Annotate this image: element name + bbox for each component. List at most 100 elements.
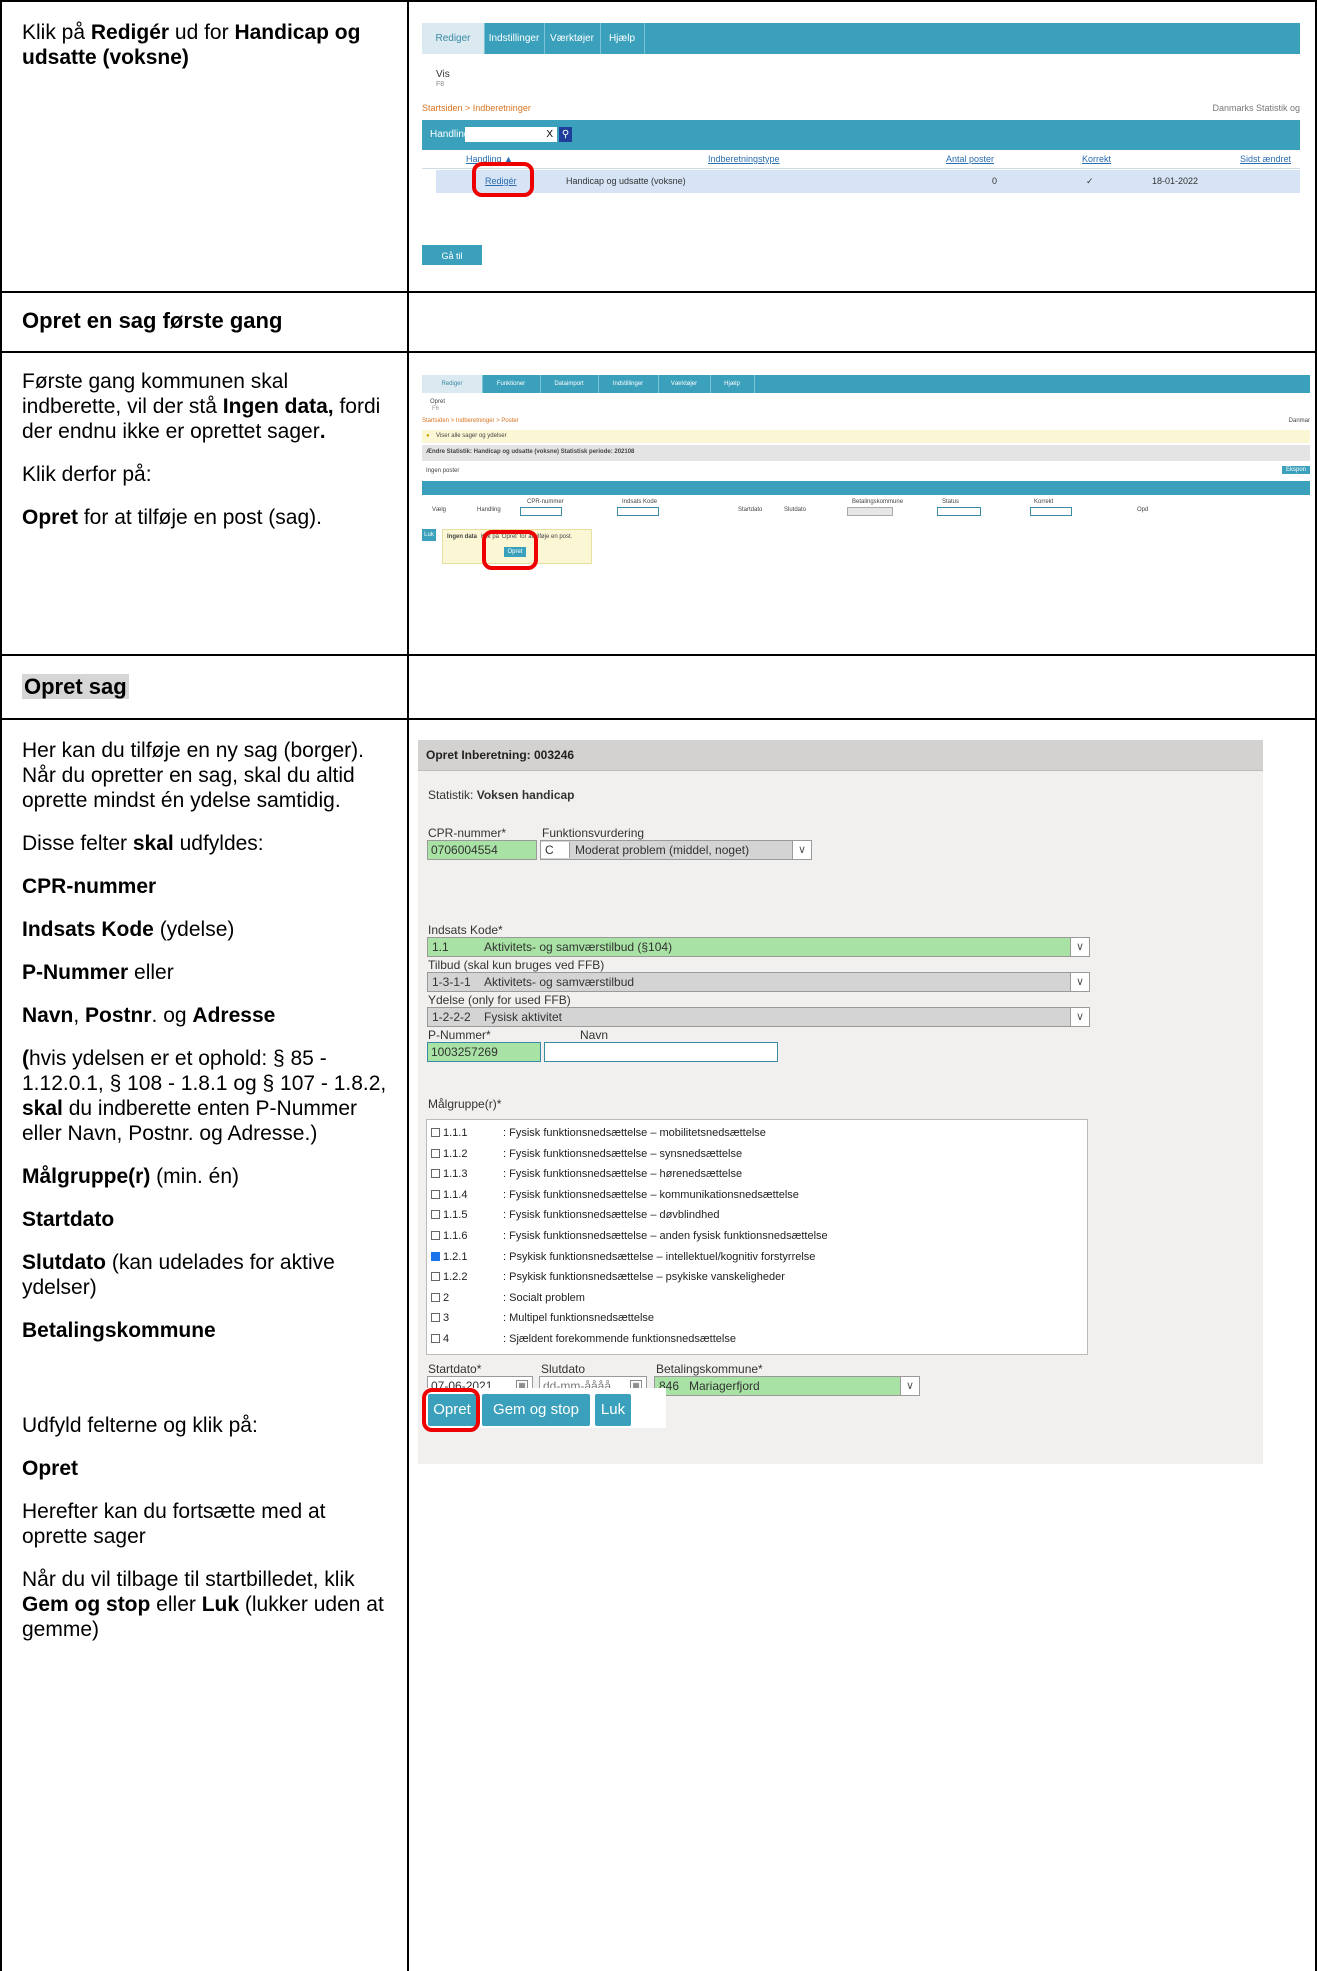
funktionsvurdering-select[interactable]: C Moderat problem (middel, noget) ∨	[540, 840, 812, 860]
screenshot-ingen-data: Rediger Funktioner Dataimport Indstillin…	[422, 375, 1310, 617]
indsats-kode-select[interactable]: 1.1 Aktivitets- og samværstilbud (§104) …	[427, 937, 1090, 957]
malgruppe-option[interactable]: 3: Multipel funktionsnedsættelse	[431, 1309, 654, 1327]
checkbox-icon[interactable]	[431, 1292, 440, 1302]
status-filter[interactable]	[937, 507, 981, 516]
tab-funktioner[interactable]: Funktioner	[482, 375, 541, 393]
tab-indstillinger[interactable]: Indstillinger	[484, 23, 545, 54]
row-divider	[0, 654, 1317, 656]
text: Udfyld felterne og klik på:	[22, 1414, 258, 1437]
cpr-input[interactable]: 0706004554	[427, 840, 537, 860]
checkbox-icon[interactable]	[431, 1334, 440, 1343]
column-header-type[interactable]: Indberetningstype	[708, 154, 780, 164]
malgruppe-option[interactable]: 1.1.5: Fysisk funktionsnedsættelse – døv…	[431, 1206, 719, 1224]
malgruppe-option[interactable]: 1.1.6: Fysisk funktionsnedsættelse – and…	[431, 1227, 828, 1245]
bold-text: Redigér	[90, 21, 170, 44]
korrekt-filter[interactable]	[1030, 507, 1072, 516]
checkbox-icon[interactable]	[431, 1313, 440, 1323]
tab-vaerktojer[interactable]: Værktøjer	[658, 375, 711, 393]
navn-input[interactable]	[544, 1042, 778, 1062]
text: hvis ydelsen er et ophold: § 85 - 1.12.0…	[22, 1047, 387, 1095]
bold-text: skal	[22, 1097, 63, 1120]
chevron-down-icon[interactable]: ∨	[1070, 938, 1089, 956]
indsats-filter[interactable]	[617, 507, 659, 516]
tab-rediger[interactable]: Rediger	[422, 23, 485, 54]
malgruppe-option[interactable]: 1.1.3: Fysisk funktionsnedsættelse – hør…	[431, 1165, 742, 1183]
org-name: Danmar	[1288, 418, 1310, 424]
gem-og-stop-button[interactable]: Gem og stop	[482, 1394, 590, 1426]
section-heading-opret-forste-gang: Opret en sag første gang	[22, 308, 283, 333]
export-button[interactable]: Ekspon	[1281, 466, 1310, 474]
checkbox-checked-icon[interactable]	[431, 1251, 440, 1261]
cpr-filter[interactable]	[520, 507, 562, 516]
malgruppe-label: Målgruppe(r)*	[428, 1097, 502, 1111]
instruction-paragraph: Opret	[22, 1456, 392, 1481]
chevron-down-icon[interactable]: ∨	[900, 1377, 919, 1395]
malgruppe-option[interactable]: 1.1.1: Fysisk funktionsnedsættelse – mob…	[431, 1124, 766, 1142]
malgruppe-option[interactable]: 1.1.4: Fysisk funktionsnedsættelse – kom…	[431, 1186, 799, 1204]
clear-icon[interactable]: X	[546, 129, 553, 140]
slutdato-label: Slutdato	[541, 1362, 586, 1376]
indsats-kode-label: Indsats Kode*	[428, 923, 503, 937]
malgruppe-text: : Psykisk funktionsnedsættelse – psykisk…	[503, 1271, 785, 1284]
ydelse-select[interactable]: 1-2-2-2 Fysisk aktivitet ∨	[427, 1007, 1090, 1027]
column-header-korrekt[interactable]: Korrekt	[1082, 154, 1111, 164]
filter-input[interactable]: X	[465, 127, 557, 142]
chevron-down-icon[interactable]: ∨	[1070, 1008, 1089, 1026]
column-header-status: Status	[942, 499, 960, 505]
search-icon[interactable]: ⚲	[559, 127, 572, 142]
opret-menu-item[interactable]: Opret	[430, 399, 445, 405]
betalingskommune-select[interactable]: 846 Mariagerfjord ∨	[654, 1376, 920, 1396]
malgruppe-option[interactable]: 1.2.2: Psykisk funktionsnedsættelse – ps…	[431, 1268, 785, 1286]
table-toolbar	[422, 481, 1310, 495]
tab-hjaelp[interactable]: Hjælp	[710, 375, 755, 393]
checkbox-icon[interactable]	[431, 1231, 440, 1240]
checkbox-icon[interactable]	[431, 1210, 440, 1220]
p-nummer-input[interactable]: 1003257269	[427, 1042, 541, 1062]
column-header-indsats: Indsats Kode	[622, 499, 658, 505]
malgruppe-code: 1.1.2	[443, 1147, 468, 1160]
row3-instructions: Her kan du tilføje en ny sag (borger). N…	[22, 738, 392, 1660]
checkbox-icon[interactable]	[431, 1169, 440, 1179]
bold-text: Opret	[22, 506, 79, 529]
malgruppe-option[interactable]: 1.1.2: Fysisk funktionsnedsættelse – syn…	[431, 1145, 742, 1163]
column-header-cpr: CPR-nummer	[527, 499, 564, 505]
row2-instructions: Første gang kommunen skal indberette, vi…	[22, 369, 392, 548]
checkbox-icon[interactable]	[431, 1148, 440, 1158]
column-header-antal[interactable]: Antal poster	[946, 154, 994, 164]
instruction-paragraph: Her kan du tilføje en ny sag (borger). N…	[22, 738, 392, 813]
betalingskommune-filter[interactable]	[847, 507, 893, 516]
breadcrumb[interactable]: Startsiden > Indberetninger > Poster	[422, 418, 519, 424]
malgruppe-text: : Multipel funktionsnedsættelse	[503, 1312, 655, 1325]
vis-menu-item[interactable]: Vis	[436, 69, 450, 80]
breadcrumb[interactable]: Startsiden > Indberetninger	[422, 103, 531, 113]
malgruppe-code: 1.2.1	[443, 1250, 468, 1263]
home-button[interactable]: Gå til startsiden	[422, 245, 482, 265]
tab-vaerktojer[interactable]: Værktøjer	[544, 23, 601, 54]
column-header-handling: Handling	[477, 507, 501, 513]
text: (ydelse)	[153, 918, 235, 941]
tab-rediger[interactable]: Rediger	[422, 375, 483, 393]
checkbox-icon[interactable]	[431, 1128, 440, 1137]
tilbud-select[interactable]: 1-3-1-1 Aktivitets- og samværstilbud ∨	[427, 972, 1090, 992]
column-header-slutdato: Slutdato	[784, 507, 807, 513]
instruction-paragraph: Indsats Kode (ydelse)	[22, 917, 392, 942]
malgruppe-text: : Psykisk funktionsnedsættelse – intelle…	[503, 1250, 816, 1263]
malgruppe-option[interactable]: 1.2.1 : Psykisk funktionsnedsættelse – in…	[431, 1248, 815, 1266]
malgruppe-option[interactable]: 4: Sjældent forekommende funktionsnedsæt…	[431, 1330, 736, 1348]
bold-text: Ingen data,	[222, 395, 334, 418]
bold-text: .	[319, 420, 326, 443]
row-type: Handicap og udsatte (voksne)	[566, 176, 686, 186]
malgruppe-option[interactable]: 2: Socialt problem	[431, 1289, 585, 1307]
tab-dataimport[interactable]: Dataimport	[540, 375, 599, 393]
tab-hjaelp[interactable]: Hjælp	[600, 23, 645, 54]
bold-text: Startdato	[22, 1208, 115, 1231]
chevron-down-icon[interactable]: ∨	[1070, 973, 1089, 991]
checkbox-icon[interactable]	[431, 1272, 440, 1282]
column-header-sidst[interactable]: Sidst ændret	[1240, 154, 1291, 164]
tab-indstillinger[interactable]: Indstillinger	[598, 375, 659, 393]
chevron-down-icon[interactable]: ∨	[792, 841, 811, 859]
checkbox-icon[interactable]	[431, 1189, 440, 1199]
fv-code: C	[545, 843, 554, 857]
luk-button[interactable]: Luk	[595, 1394, 631, 1426]
close-button[interactable]: Luk	[422, 529, 436, 541]
